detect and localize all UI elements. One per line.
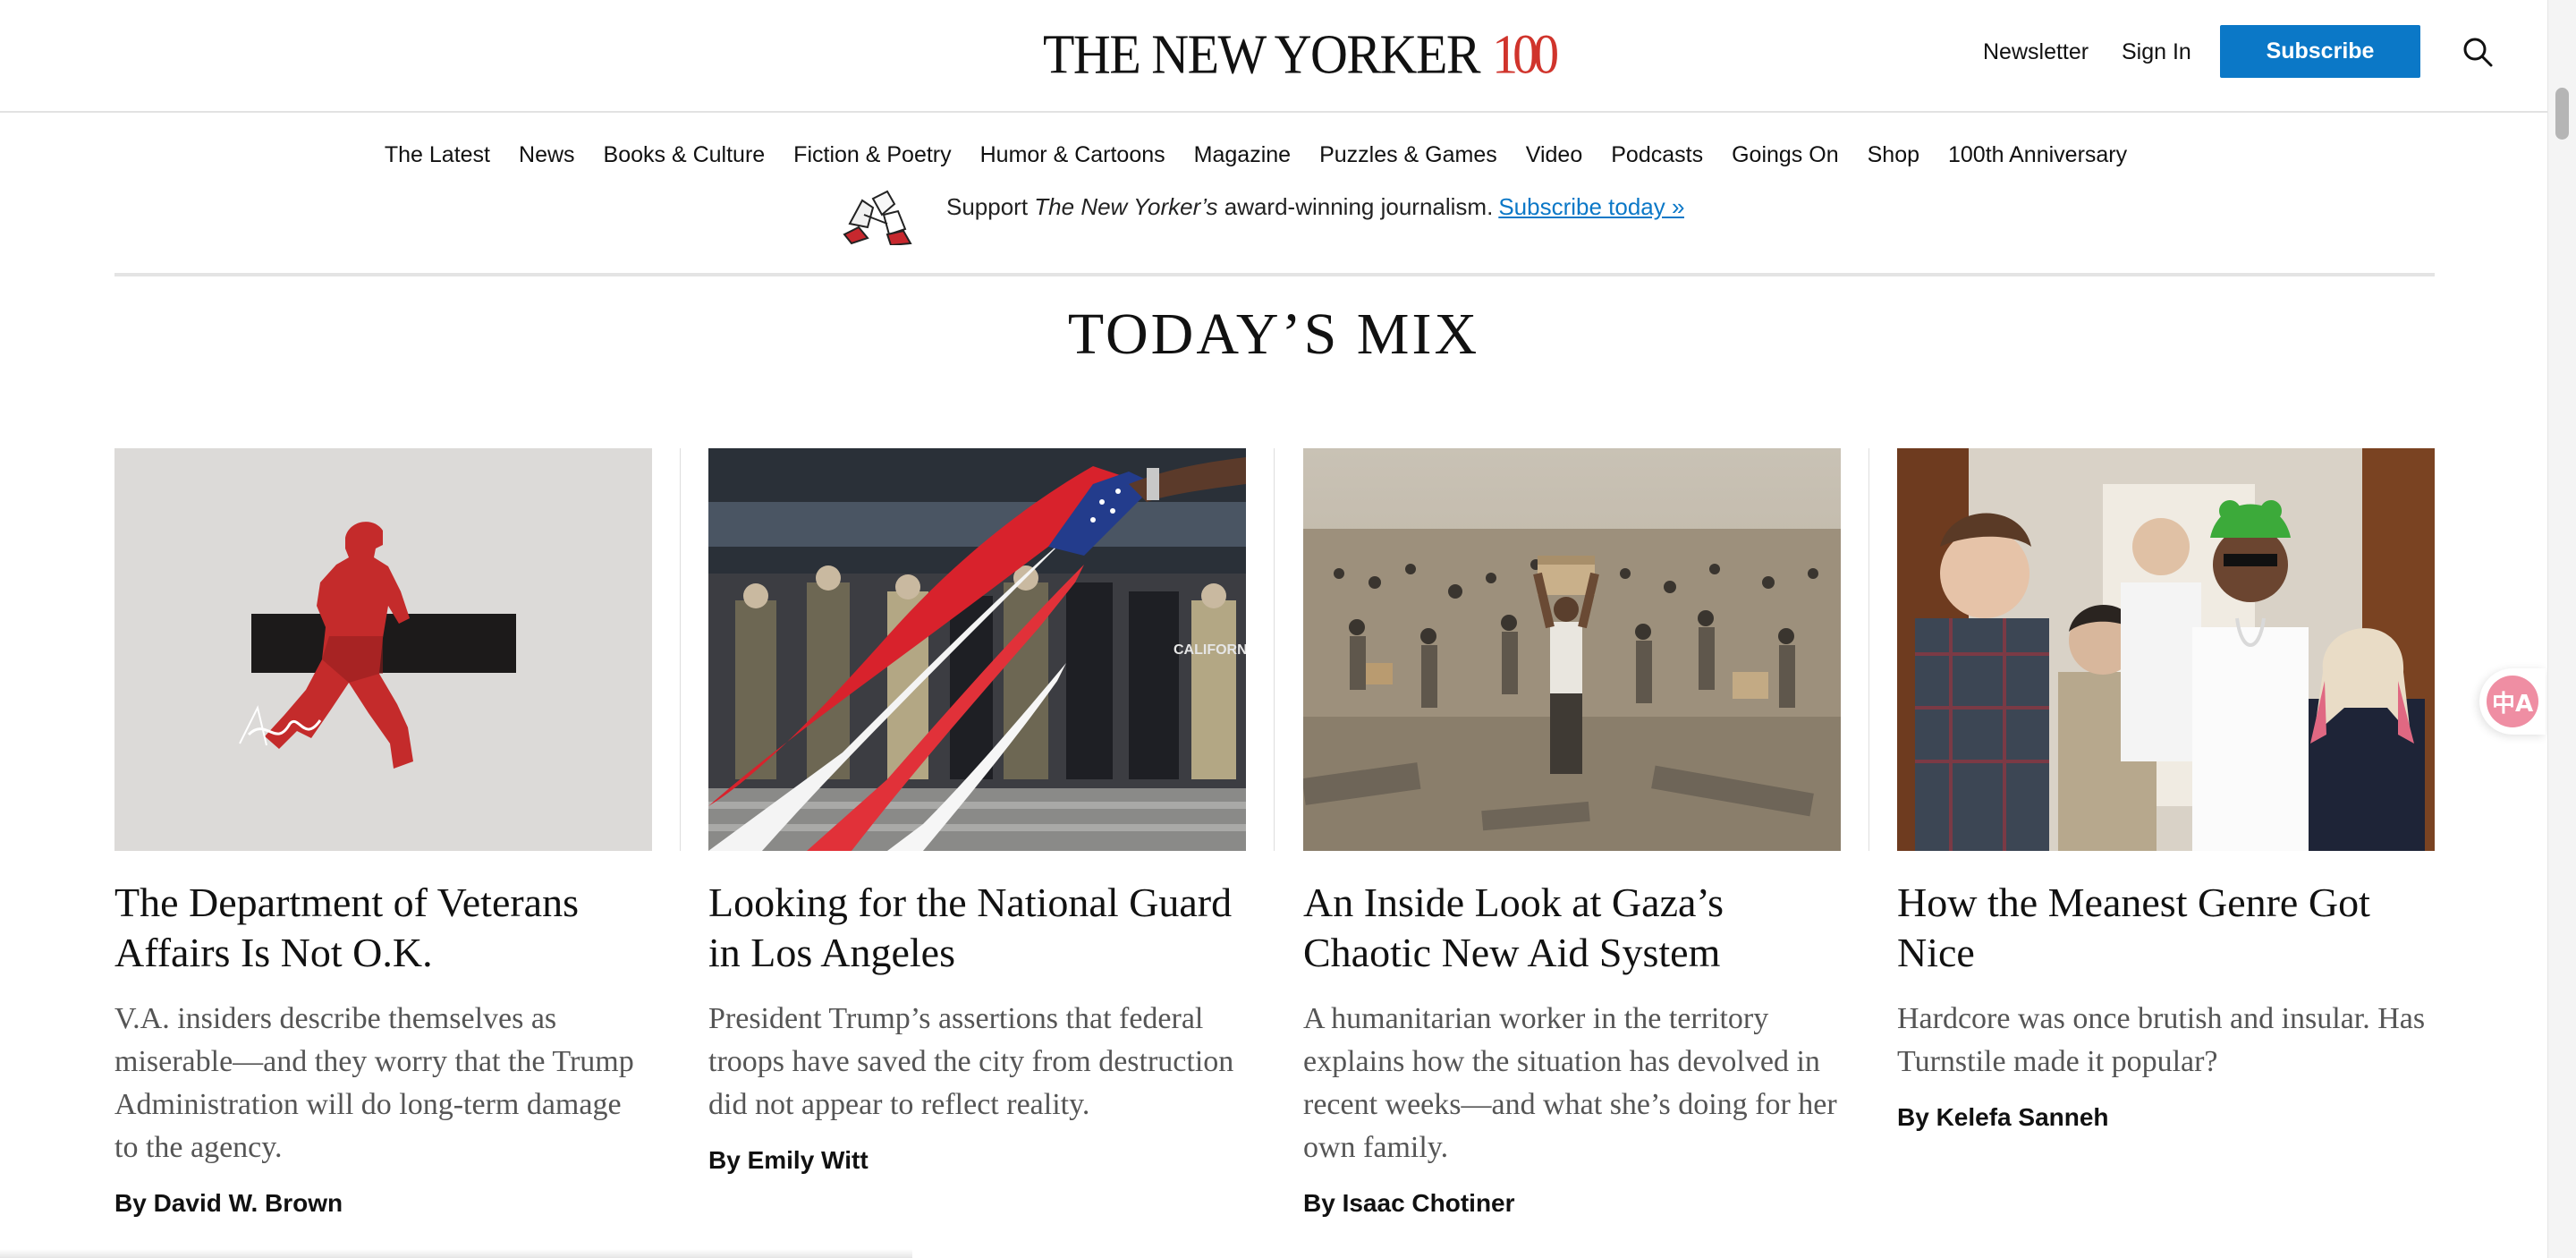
subscribe-promo: Support The New Yorker’s award-winning j… — [832, 188, 1684, 245]
section-title: TODAY’S MIX — [1067, 302, 1480, 367]
story-dek: V.A. insiders describe themselves as mis… — [114, 1002, 634, 1164]
nav-item-shop[interactable]: Shop — [1868, 142, 1919, 168]
logo-anniversary-mark: 100 — [1492, 22, 1559, 86]
story-headline[interactable]: Looking for the National Guard in Los An… — [708, 878, 1246, 978]
nav-list: The Latest News Books & Culture Fiction … — [385, 142, 2127, 168]
svg-text:CALIFORNIA: CALIFORNIA — [1174, 642, 1246, 658]
promo-text-before: Support — [946, 192, 1035, 220]
card-divider — [1868, 448, 1869, 851]
nav-item-goings-on[interactable]: Goings On — [1732, 142, 1839, 168]
story-image-gaza-aid[interactable] — [1303, 448, 1841, 851]
subscribe-button[interactable]: Subscribe — [2220, 25, 2420, 78]
story-headline[interactable]: An Inside Look at Gaza’s Chaotic New Aid… — [1303, 878, 1841, 978]
story-dek: A humanitarian worker in the territory e… — [1303, 1002, 1837, 1164]
site-header: THE NEW YORKER 100 Newsletter Sign In Su… — [0, 0, 2547, 113]
nav-item-podcasts[interactable]: Podcasts — [1611, 142, 1703, 168]
nav-item-puzzles-games[interactable]: Puzzles & Games — [1319, 142, 1497, 168]
story-card-gaza-aid[interactable]: An Inside Look at Gaza’s Chaotic New Aid… — [1303, 448, 1841, 1220]
story-headline[interactable]: How the Meanest Genre Got Nice — [1897, 878, 2435, 978]
story-card-national-guard[interactable]: CALIFORNIA Looking for the National Guar… — [708, 448, 1246, 1177]
promo-text-after: award-winning journalism. — [1217, 192, 1494, 220]
section-divider — [114, 273, 2435, 276]
nav-item-news[interactable]: News — [519, 142, 575, 168]
nav-item-100th-anniversary[interactable]: 100th Anniversary — [1948, 142, 2127, 168]
bottom-shadow — [0, 1249, 912, 1258]
story-byline[interactable]: By Emily Witt — [708, 1144, 1246, 1177]
story-byline[interactable]: By Isaac Chotiner — [1303, 1187, 1841, 1220]
nav-item-video[interactable]: Video — [1526, 142, 1583, 168]
site-logo[interactable]: THE NEW YORKER 100 — [1043, 22, 1559, 86]
story-dek: Hardcore was once brutish and insular. H… — [1897, 1002, 2426, 1078]
main-nav: The Latest News Books & Culture Fiction … — [0, 113, 2547, 197]
nav-item-fiction-poetry[interactable]: Fiction & Poetry — [793, 142, 951, 168]
nav-item-humor-cartoons[interactable]: Humor & Cartoons — [980, 142, 1165, 168]
story-image-veterans-affairs[interactable] — [114, 448, 652, 851]
nav-item-books-culture[interactable]: Books & Culture — [604, 142, 766, 168]
story-byline[interactable]: By Kelefa Sanneh — [1897, 1101, 2435, 1134]
logo-wordmark: THE NEW YORKER — [1043, 22, 1481, 86]
story-card-veterans-affairs[interactable]: The Department of Veterans Affairs Is No… — [114, 448, 652, 1220]
search-icon[interactable] — [2462, 36, 2494, 68]
card-divider — [1274, 448, 1275, 851]
story-card-turnstile[interactable]: How the Meanest Genre Got Nice Hardcore … — [1897, 448, 2435, 1134]
story-headline[interactable]: The Department of Veterans Affairs Is No… — [114, 878, 652, 978]
promo-publication-name: The New Yorker’s — [1034, 192, 1218, 220]
story-image-national-guard[interactable]: CALIFORNIA — [708, 448, 1246, 851]
nav-item-the-latest[interactable]: The Latest — [385, 142, 490, 168]
promo-text: Support The New Yorker’s award-winning j… — [946, 193, 1684, 221]
card-divider — [680, 448, 681, 851]
newsletter-link[interactable]: Newsletter — [1983, 38, 2089, 66]
page-scrollbar[interactable] — [2547, 0, 2576, 1258]
story-dek: President Trump’s assertions that federa… — [708, 1002, 1234, 1121]
translate-icon[interactable]: 中A — [2487, 676, 2538, 727]
subscribe-today-link[interactable]: Subscribe today » — [1498, 193, 1684, 220]
translate-widget[interactable]: 中A — [2479, 668, 2546, 735]
scrollbar-thumb[interactable] — [2555, 88, 2569, 140]
story-image-turnstile[interactable] — [1897, 448, 2435, 851]
sign-in-link[interactable]: Sign In — [2122, 38, 2191, 66]
story-byline[interactable]: By David W. Brown — [114, 1187, 652, 1220]
promo-illustration-icon — [832, 188, 918, 245]
nav-item-magazine[interactable]: Magazine — [1194, 142, 1291, 168]
